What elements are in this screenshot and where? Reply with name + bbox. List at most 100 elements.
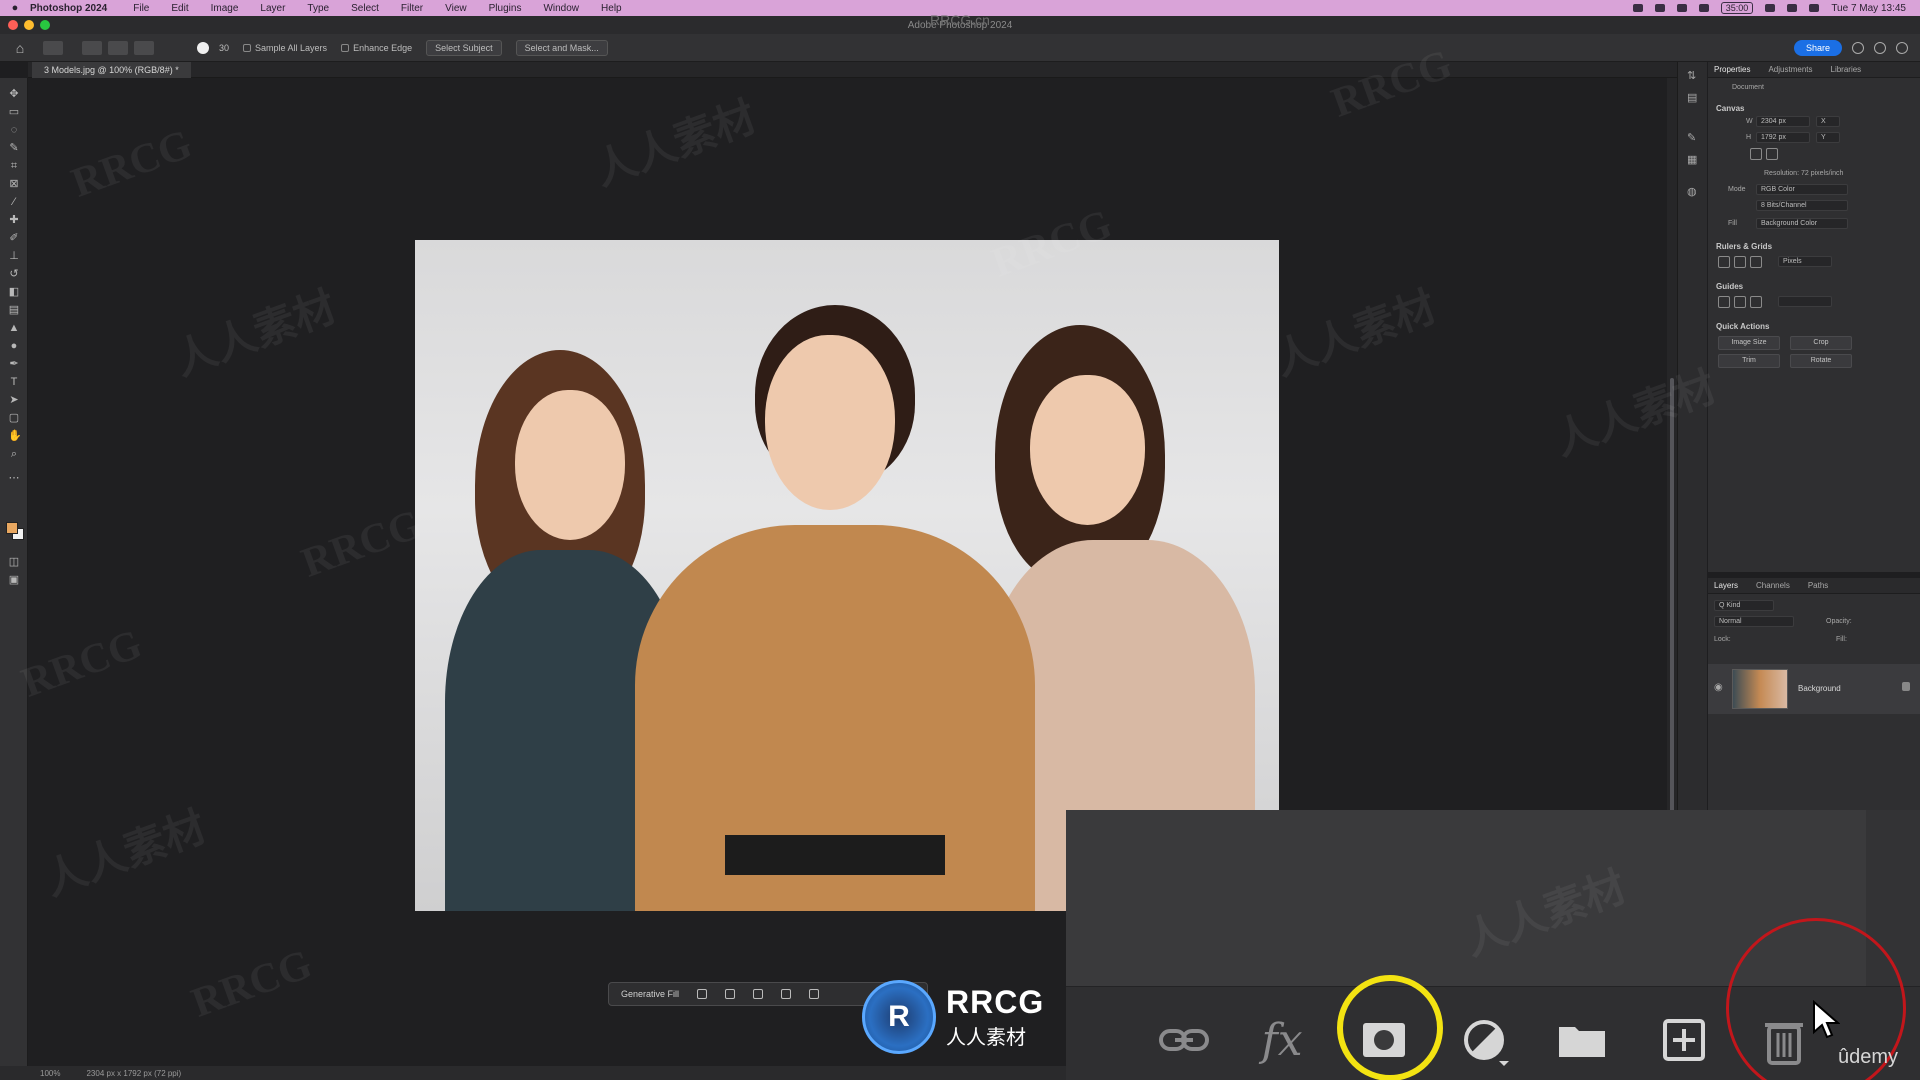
invert-selection-icon[interactable] — [725, 989, 736, 999]
hand-tool-icon[interactable]: ✋ — [8, 430, 22, 442]
subtract-from-selection-icon[interactable] — [134, 40, 154, 55]
x-field[interactable]: X — [1816, 116, 1840, 127]
document-info[interactable]: 2304 px x 1792 px (72 ppi) — [86, 1069, 181, 1078]
layer-name[interactable]: Background — [1798, 684, 1841, 693]
type-tool-icon[interactable]: T — [8, 376, 20, 388]
layer-row-background[interactable]: ◉ Background — [1708, 664, 1920, 714]
brush-size-value[interactable]: 30 — [219, 43, 229, 53]
smart-guides-icon[interactable] — [1750, 296, 1762, 308]
menu-select[interactable]: Select — [351, 3, 379, 14]
width-field[interactable]: 2304 px — [1756, 116, 1810, 127]
crop-tool-icon[interactable]: ⌗ — [8, 160, 20, 172]
rotate-button[interactable]: Rotate — [1790, 354, 1852, 368]
search-icon[interactable] — [1852, 41, 1864, 54]
blur-tool-icon[interactable]: ▲ — [8, 322, 20, 334]
menu-type[interactable]: Type — [307, 3, 329, 14]
quick-actions-title[interactable]: Quick Actions — [1716, 322, 1770, 331]
modify-selection-icon[interactable] — [697, 989, 708, 999]
menubar-clock[interactable]: Tue 7 May 13:45 — [1831, 3, 1906, 14]
foreground-color-swatch[interactable] — [6, 522, 18, 534]
scrollbar-thumb[interactable] — [1670, 378, 1674, 878]
brush-tool-icon[interactable]: ✐ — [8, 232, 20, 244]
tab-adjustments[interactable]: Adjustments — [1768, 65, 1812, 74]
layer-filter-select[interactable]: Q Kind — [1714, 600, 1774, 611]
guide-icon[interactable] — [1718, 296, 1730, 308]
color-icon[interactable]: ◍ — [1687, 186, 1699, 198]
help-icon[interactable] — [1874, 41, 1886, 54]
menu-image[interactable]: Image — [211, 3, 239, 14]
tab-layers[interactable]: Layers — [1714, 581, 1738, 590]
share-button[interactable]: Share — [1793, 39, 1842, 56]
rectangle-tool-icon[interactable]: ▢ — [8, 412, 20, 424]
quick-mask-icon[interactable]: ◫ — [8, 556, 20, 568]
search-icon[interactable] — [1809, 4, 1820, 12]
y-field[interactable]: Y — [1816, 132, 1840, 143]
menu-help[interactable]: Help — [601, 3, 622, 14]
add-to-selection-icon[interactable] — [108, 40, 128, 55]
tab-paths[interactable]: Paths — [1808, 581, 1828, 590]
height-field[interactable]: 1792 px — [1756, 132, 1810, 143]
menu-filter[interactable]: Filter — [401, 3, 423, 14]
eraser-tool-icon[interactable]: ◧ — [8, 286, 20, 298]
enhance-edge-checkbox[interactable]: Enhance Edge — [341, 43, 412, 53]
quick-selection-tool-icon[interactable]: ✎ — [8, 142, 20, 154]
guide-color-select[interactable] — [1778, 296, 1832, 307]
tab-libraries[interactable]: Libraries — [1831, 65, 1862, 74]
guides-title[interactable]: Guides — [1716, 282, 1743, 291]
new-selection-icon[interactable] — [82, 40, 102, 55]
menu-file[interactable]: File — [133, 3, 149, 14]
select-subject-button[interactable]: Select Subject — [426, 39, 502, 56]
adjustment-layer-icon[interactable] — [1454, 1010, 1514, 1070]
document-tab[interactable]: 3 Models.jpg @ 100% (RGB/8#) * — [32, 62, 191, 78]
menu-edit[interactable]: Edit — [171, 3, 188, 14]
comments-icon[interactable]: ▤ — [1687, 92, 1699, 104]
deselect-icon[interactable] — [809, 989, 820, 999]
lock-icon[interactable] — [1902, 682, 1910, 691]
status-icon[interactable] — [1654, 4, 1665, 12]
lasso-tool-icon[interactable]: ◌ — [8, 124, 20, 136]
pen-tool-icon[interactable]: ✒ — [8, 358, 20, 370]
menu-view[interactable]: View — [445, 3, 467, 14]
frame-tool-icon[interactable]: ⊠ — [8, 178, 20, 190]
move-tool-icon[interactable]: ✥ — [8, 88, 20, 100]
ruler-icon[interactable] — [1718, 256, 1730, 268]
image-size-button[interactable]: Image Size — [1718, 336, 1780, 350]
dodge-tool-icon[interactable]: ● — [8, 340, 20, 352]
trim-button[interactable]: Trim — [1718, 354, 1780, 368]
grid-icon[interactable] — [1734, 256, 1746, 268]
canvas-section-title[interactable]: Canvas — [1716, 104, 1744, 113]
menu-app-name[interactable]: Photoshop 2024 — [30, 3, 107, 14]
pixel-grid-icon[interactable] — [1750, 256, 1762, 268]
brushes-icon[interactable]: ✎ — [1687, 132, 1699, 144]
menu-window[interactable]: Window — [543, 3, 579, 14]
new-layer-icon[interactable] — [1654, 1010, 1714, 1070]
workspace-icon[interactable] — [1896, 41, 1908, 54]
status-icon[interactable] — [1676, 4, 1687, 12]
color-mode-select[interactable]: RGB Color — [1756, 184, 1848, 195]
home-icon[interactable]: ⌂ — [0, 40, 40, 56]
quick-selection-tool-icon[interactable] — [43, 40, 63, 55]
zoom-tool-icon[interactable]: ⌕ — [8, 448, 20, 460]
tab-properties[interactable]: Properties — [1714, 65, 1750, 74]
marquee-tool-icon[interactable]: ▭ — [8, 106, 20, 118]
wifi-icon[interactable] — [1787, 4, 1798, 12]
fill-selection-icon[interactable] — [781, 989, 792, 999]
gradient-tool-icon[interactable]: ▤ — [8, 304, 20, 316]
eyedropper-tool-icon[interactable]: ⁄ — [8, 196, 20, 208]
menu-layer[interactable]: Layer — [260, 3, 285, 14]
mask-selection-icon[interactable] — [753, 989, 764, 999]
blend-mode-select[interactable]: Normal — [1714, 616, 1794, 627]
volume-icon[interactable] — [1765, 4, 1776, 12]
crop-button[interactable]: Crop — [1790, 336, 1852, 350]
fx-icon[interactable]: fx — [1252, 1010, 1312, 1070]
tab-channels[interactable]: Channels — [1756, 581, 1790, 590]
healing-brush-tool-icon[interactable]: ✚ — [8, 214, 20, 226]
history-brush-tool-icon[interactable]: ↺ — [8, 268, 20, 280]
brush-preset-icon[interactable] — [197, 41, 209, 54]
sample-all-layers-checkbox[interactable]: Sample All Layers — [243, 43, 327, 53]
battery-indicator[interactable]: 35:00 — [1720, 2, 1754, 14]
fill-select[interactable]: Background Color — [1756, 218, 1848, 229]
portrait-orientation-icon[interactable] — [1750, 148, 1762, 160]
more-tools-icon[interactable]: ⋯ — [8, 472, 20, 484]
rulers-grids-title[interactable]: Rulers & Grids — [1716, 242, 1772, 251]
